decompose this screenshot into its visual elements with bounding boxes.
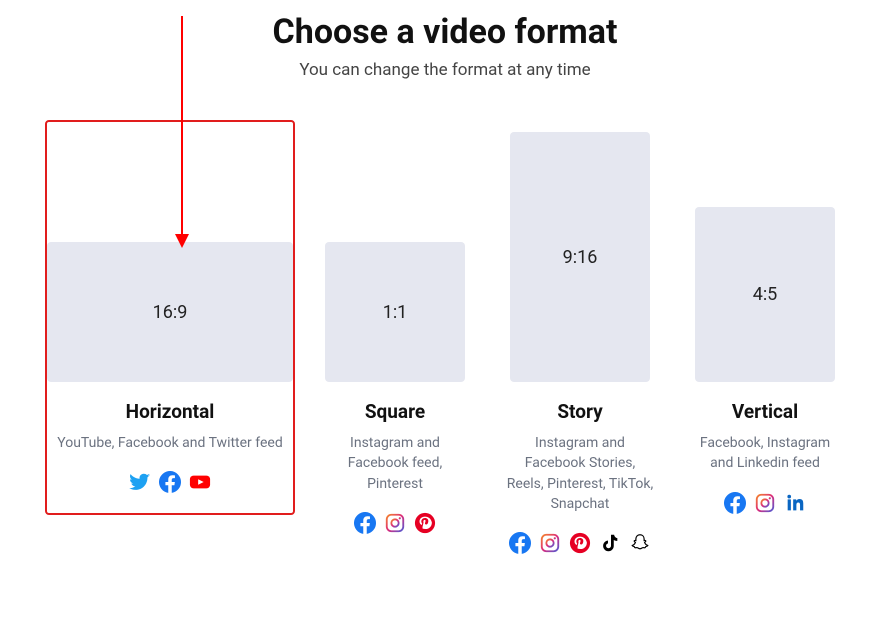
page-title: Choose a video format xyxy=(0,12,890,52)
format-icons xyxy=(57,471,282,497)
format-option-horizontal[interactable]: 16:9 Horizontal YouTube, Facebook and Tw… xyxy=(45,120,295,515)
format-preview-wrap: 4:5 xyxy=(687,122,843,382)
format-preview: 16:9 xyxy=(47,242,293,382)
format-info: Square Instagram and Facebook feed, Pint… xyxy=(317,382,473,554)
format-preview: 1:1 xyxy=(325,242,465,382)
page-subtitle: You can change the format at any time xyxy=(0,60,890,80)
aspect-ratio-label: 4:5 xyxy=(753,284,778,305)
format-desc: Facebook, Instagram and Linkedin feed xyxy=(695,433,835,474)
format-info: Story Instagram and Facebook Stories, Re… xyxy=(497,382,663,574)
instagram-icon xyxy=(384,512,406,538)
linkedin-icon xyxy=(784,492,806,518)
twitter-icon xyxy=(129,471,151,497)
format-option-vertical[interactable]: 4:5 Vertical Facebook, Instagram and Lin… xyxy=(685,120,845,536)
format-icons xyxy=(325,512,465,538)
snapchat-icon xyxy=(629,532,651,558)
format-option-story[interactable]: 9:16 Story Instagram and Facebook Storie… xyxy=(495,120,665,576)
format-preview-wrap: 9:16 xyxy=(497,122,663,382)
format-name: Square xyxy=(325,400,465,423)
format-preview-wrap: 1:1 xyxy=(317,122,473,382)
format-grid: 16:9 Horizontal YouTube, Facebook and Tw… xyxy=(0,120,890,576)
format-preview: 4:5 xyxy=(695,207,835,382)
format-preview: 9:16 xyxy=(510,132,650,382)
format-info: Horizontal YouTube, Facebook and Twitter… xyxy=(49,382,290,513)
format-icons xyxy=(505,532,655,558)
format-desc: Instagram and Facebook feed, Pinterest xyxy=(325,433,465,494)
aspect-ratio-label: 9:16 xyxy=(563,247,598,268)
format-name: Horizontal xyxy=(57,400,282,423)
facebook-icon xyxy=(509,532,531,558)
tiktok-icon xyxy=(599,532,621,558)
instagram-icon xyxy=(754,492,776,518)
facebook-icon xyxy=(159,471,181,497)
pinterest-icon xyxy=(569,532,591,558)
pinterest-icon xyxy=(414,512,436,538)
format-icons xyxy=(695,492,835,518)
format-preview-wrap: 16:9 xyxy=(47,122,293,382)
format-desc: YouTube, Facebook and Twitter feed xyxy=(57,433,282,453)
aspect-ratio-label: 16:9 xyxy=(153,302,188,323)
facebook-icon xyxy=(724,492,746,518)
format-name: Story xyxy=(505,400,655,423)
youtube-icon xyxy=(189,471,211,497)
facebook-icon xyxy=(354,512,376,538)
format-desc: Instagram and Facebook Stories, Reels, P… xyxy=(505,433,655,514)
aspect-ratio-label: 1:1 xyxy=(383,302,408,323)
instagram-icon xyxy=(539,532,561,558)
format-info: Vertical Facebook, Instagram and Linkedi… xyxy=(687,382,843,534)
format-name: Vertical xyxy=(695,400,835,423)
format-option-square[interactable]: 1:1 Square Instagram and Facebook feed, … xyxy=(315,120,475,556)
